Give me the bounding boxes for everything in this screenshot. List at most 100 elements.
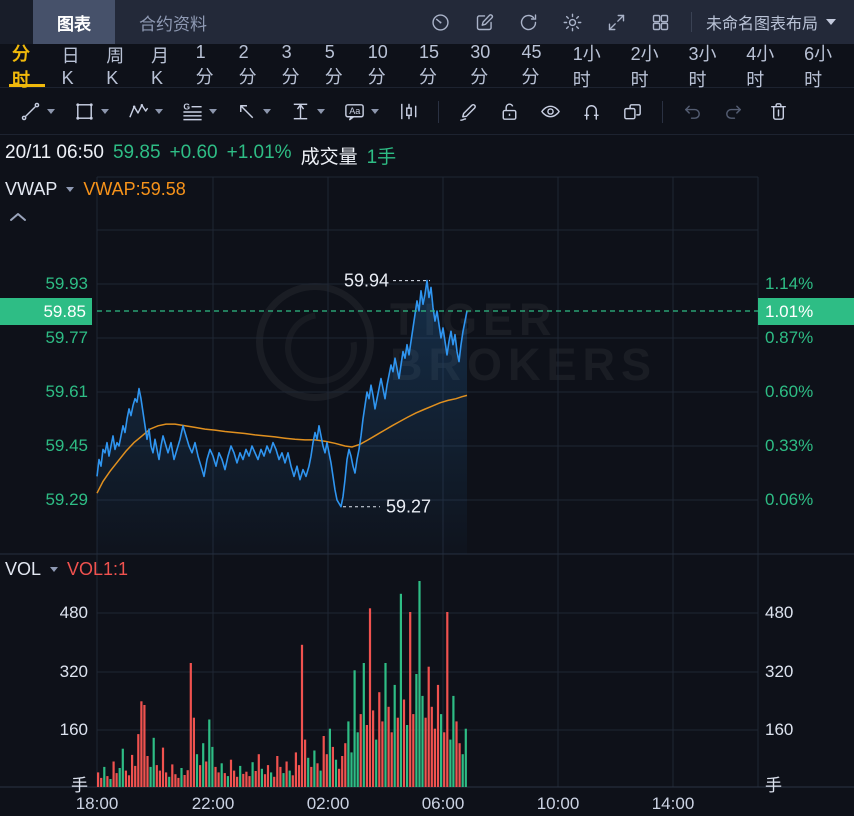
volume-bar (381, 721, 384, 787)
tab-contract-info[interactable]: 合约资料 (115, 0, 231, 44)
timeframe-item-4[interactable]: 1分 (186, 42, 229, 87)
volume-bar (186, 770, 189, 787)
timeframe-item-7[interactable]: 5分 (315, 42, 358, 87)
volume-bar (97, 772, 100, 787)
volume-bar (282, 773, 285, 787)
timeframe-item-9[interactable]: 15分 (409, 42, 460, 87)
volume-bar (177, 777, 180, 787)
text-annotation-icon: Aa (345, 104, 364, 121)
arrows-tool[interactable] (226, 100, 280, 123)
volume-bar (270, 772, 273, 787)
layout-label: 未命名图表布局 (705, 16, 818, 33)
chart-area[interactable]: TIGER BROKERS 59.94 59.27 20/11 06:50 59.… (0, 135, 854, 816)
layout-grid-button[interactable] (639, 0, 683, 44)
volume-bar (254, 771, 257, 787)
chevron-down-icon (101, 109, 109, 114)
delete-drawings-button[interactable] (758, 100, 799, 123)
volume-bar (458, 743, 461, 787)
chevron-down-icon[interactable] (66, 187, 75, 192)
svg-text:G: G (183, 102, 190, 112)
volume-axis-label: 320 (765, 662, 794, 681)
volume-bar (396, 717, 399, 787)
chart-canvas[interactable]: 59.94 59.27 (0, 135, 854, 816)
volume-bar (322, 736, 325, 787)
collapse-pane-button[interactable] (9, 209, 27, 227)
clone-tool[interactable] (612, 100, 653, 123)
timeframe-item-10[interactable]: 30分 (460, 42, 511, 87)
timeframe-item-5[interactable]: 2分 (229, 42, 272, 87)
waves-tool[interactable] (118, 100, 172, 123)
gann-lines-tool[interactable]: G (172, 100, 226, 123)
timeframe-item-12[interactable]: 1小时 (563, 44, 621, 90)
timeframe-item-3[interactable]: 月K (141, 44, 186, 88)
chevron-down-icon (263, 109, 271, 114)
price-axis-label: 59.93 (45, 274, 88, 293)
time-axis-label: 14:00 (651, 794, 695, 813)
volume-bar (199, 765, 202, 787)
volume-bar (152, 737, 155, 787)
trend-line-icon (21, 102, 40, 121)
market-gauge-button[interactable] (419, 0, 463, 44)
timeframe-item-14[interactable]: 3小时 (678, 44, 736, 90)
volume-bar (433, 728, 436, 787)
volume-bar (310, 766, 313, 787)
chevron-down-icon (826, 19, 836, 25)
shapes-tool[interactable] (64, 100, 118, 123)
fullscreen-button[interactable] (595, 0, 639, 44)
volume-bar (384, 663, 387, 787)
quote-change-pct: +1.01% (226, 142, 292, 163)
timeframe-item-6[interactable]: 3分 (272, 42, 315, 87)
timeframe-item-0[interactable]: 分时 (2, 44, 52, 90)
timeframe-item-15[interactable]: 4小时 (736, 44, 794, 90)
volume-bar (161, 747, 165, 787)
volume-bar (347, 721, 350, 787)
volume-bar (359, 714, 362, 787)
vol-name[interactable]: VOL (5, 559, 41, 580)
volume-bar (294, 752, 297, 787)
lock-toggle[interactable] (489, 100, 530, 123)
quote-volume-label: 成交量 (300, 147, 358, 168)
text-tool[interactable]: Aa (334, 100, 388, 123)
trend-line-tool[interactable] (10, 100, 64, 123)
timeframe-item-8[interactable]: 10分 (358, 42, 409, 87)
volume-axis-label: 480 (59, 603, 88, 622)
refresh-icon (521, 13, 537, 30)
vol-indicator-row: VOL VOL1:1 (5, 559, 128, 580)
timeframe-item-16[interactable]: 6小时 (794, 44, 852, 90)
freehand-draw-tool[interactable] (448, 100, 489, 123)
measure-tool[interactable] (280, 100, 334, 123)
vwap-name[interactable]: VWAP (5, 179, 57, 200)
volume-bar (356, 732, 359, 787)
volume-bar (297, 765, 301, 787)
volume-bar (353, 670, 356, 787)
settings-gear-icon (564, 13, 582, 31)
percent-axis-label: 1.14% (765, 274, 814, 293)
timeframe-item-13[interactable]: 2小时 (621, 44, 679, 90)
volume-bar (140, 701, 143, 787)
timeframe-item-11[interactable]: 45分 (512, 42, 563, 87)
visibility-toggle[interactable] (530, 100, 571, 123)
edit-chart-button[interactable] (463, 0, 507, 44)
volume-bar (146, 756, 149, 787)
chevron-down-icon[interactable] (50, 567, 59, 572)
volume-bar (100, 777, 103, 787)
volume-bar (387, 706, 390, 787)
unlock-icon (502, 103, 517, 120)
percent-axis-label: 0.33% (765, 436, 814, 455)
tab-chart[interactable]: 图表 (33, 0, 115, 44)
redo-button[interactable] (713, 100, 754, 123)
refresh-button[interactable] (507, 0, 551, 44)
price-axis-label: 59.77 (45, 328, 88, 347)
undo-button[interactable] (672, 100, 713, 123)
volume-bar (134, 765, 137, 787)
settings-button[interactable] (551, 0, 595, 44)
timeframe-item-1[interactable]: 日K (52, 44, 97, 88)
top-bar-spacer (0, 0, 33, 44)
magnet-toggle[interactable] (571, 100, 612, 123)
patterns-tool[interactable] (388, 100, 429, 123)
top-bar-actions: 未命名图表布局 (419, 0, 854, 44)
volume-bar (127, 775, 131, 787)
timeframe-item-2[interactable]: 周K (96, 44, 141, 88)
gauge-icon (432, 13, 450, 31)
chart-layout-selector[interactable]: 未命名图表布局 (700, 10, 842, 34)
